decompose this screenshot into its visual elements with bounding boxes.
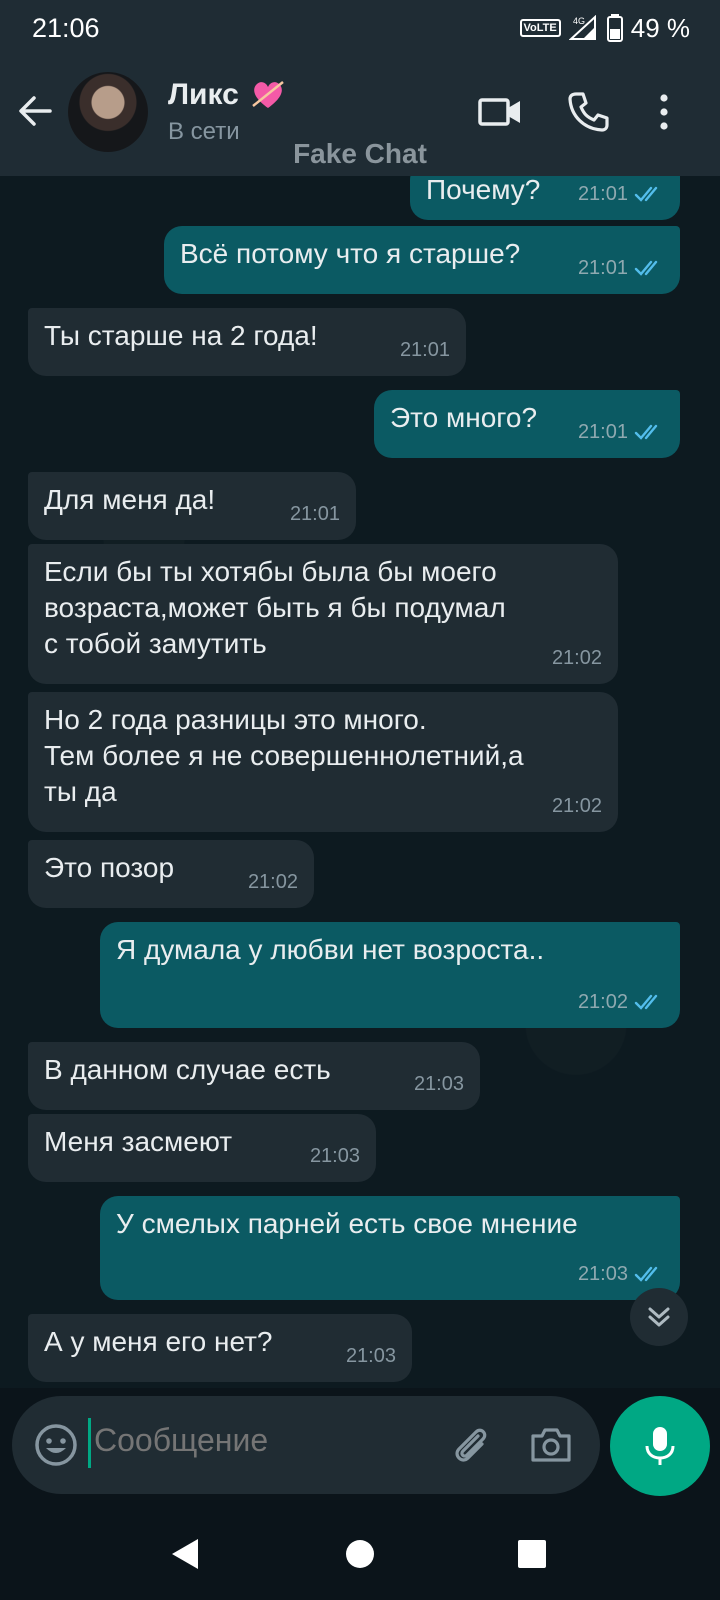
signal-type-label: 4G: [573, 16, 585, 26]
scroll-to-bottom-button[interactable]: [630, 1288, 688, 1346]
battery-percent: 49 %: [630, 12, 690, 43]
message-meta: 21:02: [552, 640, 602, 676]
signal-icon: 4G: [568, 15, 596, 40]
message-bubble-incoming[interactable]: В данном случае есть 21:03: [28, 1042, 480, 1110]
message-meta: 21:02: [552, 788, 602, 824]
battery-icon: [606, 14, 623, 42]
status-time: 21:06: [32, 12, 100, 43]
read-ticks-icon: [634, 186, 658, 202]
message-meta: 21:03: [578, 1256, 664, 1292]
message-bubble-incoming[interactable]: Ты старше на 2 года! 21:01: [28, 308, 466, 376]
nav-recents-icon[interactable]: [512, 1534, 552, 1574]
message-bubble-incoming[interactable]: Но 2 года разницы это много. Тем более я…: [28, 692, 618, 832]
read-ticks-icon: [634, 1266, 658, 1282]
message-meta: 21:01: [400, 332, 450, 368]
message-time: 21:02: [577, 991, 628, 1013]
read-ticks-icon: [634, 424, 658, 440]
attach-paperclip-icon[interactable]: [448, 1422, 494, 1468]
message-time: 21:03: [309, 1145, 360, 1167]
message-meta: 21:03: [346, 1338, 396, 1374]
message-bubble-outgoing[interactable]: У смелых парней есть свое мнение 21:03: [100, 1196, 680, 1300]
message-bubble-incoming[interactable]: Меня засмеют 21:03: [28, 1114, 376, 1182]
message-time: 21:03: [577, 1263, 628, 1285]
message-meta: 21:01: [578, 176, 664, 212]
message-bubble-incoming[interactable]: Для меня да! 21:01: [28, 472, 356, 540]
message-time: 21:03: [413, 1073, 464, 1095]
voice-record-button[interactable]: [610, 1396, 710, 1496]
emoji-icon[interactable]: [34, 1423, 78, 1467]
message-time: 21:02: [551, 795, 602, 817]
message-bubble-incoming[interactable]: А у меня его нет? 21:03: [28, 1314, 412, 1382]
read-ticks-icon: [634, 994, 658, 1010]
read-ticks-icon: [634, 260, 658, 276]
message-meta: 21:01: [578, 250, 664, 286]
nav-back-icon[interactable]: [166, 1534, 206, 1574]
microphone-icon: [645, 1427, 675, 1465]
message-text: А у меня его нет?: [44, 1326, 273, 1357]
message-text: Но 2 года разницы это много. Тем более я…: [44, 704, 524, 807]
back-arrow-icon[interactable]: [16, 92, 54, 130]
message-time: 21:01: [399, 339, 450, 361]
message-composer: [12, 1396, 600, 1494]
volte-badge: VoLTE: [519, 19, 561, 37]
message-bubble-outgoing[interactable]: Я думала у любви нет возроста.. 21:02: [100, 922, 680, 1028]
message-time: 21:01: [577, 421, 628, 443]
voice-call-icon[interactable]: [566, 90, 610, 134]
more-options-icon[interactable]: [652, 90, 676, 134]
heart-emoji-icon: [252, 81, 284, 108]
message-bubble-incoming[interactable]: Это позор 21:02: [28, 840, 314, 908]
message-meta: 21:03: [414, 1066, 464, 1102]
message-meta: 21:02: [578, 984, 664, 1020]
message-time: 21:01: [577, 183, 628, 205]
message-meta: 21:01: [290, 496, 340, 532]
status-indicators: VoLTE 4G 49 %: [519, 12, 690, 44]
message-bubble-outgoing[interactable]: Почему? 21:01: [410, 176, 680, 220]
text-cursor: [88, 1418, 91, 1468]
message-list[interactable]: Почему? 21:01 Всё потому что я старше? 2…: [0, 176, 720, 1388]
message-bubble-incoming[interactable]: Если бы ты хотябы была бы моего возраста…: [28, 544, 618, 684]
camera-icon[interactable]: [528, 1422, 574, 1468]
message-text: Ты старше на 2 года!: [44, 320, 318, 351]
video-call-icon[interactable]: [478, 90, 522, 134]
status-bar: 21:06 VoLTE 4G 49 %: [0, 0, 720, 56]
message-text: У смелых парней есть свое мнение: [116, 1208, 578, 1239]
message-input[interactable]: [94, 1422, 414, 1459]
message-time: 21:01: [577, 257, 628, 279]
message-meta: 21:01: [578, 414, 664, 450]
message-text: В данном случае есть: [44, 1054, 331, 1085]
message-time: 21:01: [289, 503, 340, 525]
message-bubble-outgoing[interactable]: Всё потому что я старше? 21:01: [164, 226, 680, 294]
message-text: Если бы ты хотябы была бы моего возраста…: [44, 556, 506, 659]
nav-home-icon[interactable]: [340, 1534, 380, 1574]
message-meta: 21:03: [310, 1138, 360, 1174]
message-bubble-outgoing[interactable]: Это много? 21:01: [374, 390, 680, 458]
message-time: 21:02: [551, 647, 602, 669]
message-text: Я думала у любви нет возроста..: [116, 934, 545, 965]
message-time: 21:02: [247, 871, 298, 893]
message-meta: 21:02: [248, 864, 298, 900]
chat-header: Ликс В сети Fake Chat: [0, 56, 720, 176]
contact-name[interactable]: Ликс: [168, 78, 239, 112]
app-watermark: Fake Chat: [293, 138, 427, 169]
system-navigation-bar: [0, 1504, 720, 1600]
double-chevron-down-icon: [648, 1307, 670, 1327]
message-time: 21:03: [345, 1345, 396, 1367]
